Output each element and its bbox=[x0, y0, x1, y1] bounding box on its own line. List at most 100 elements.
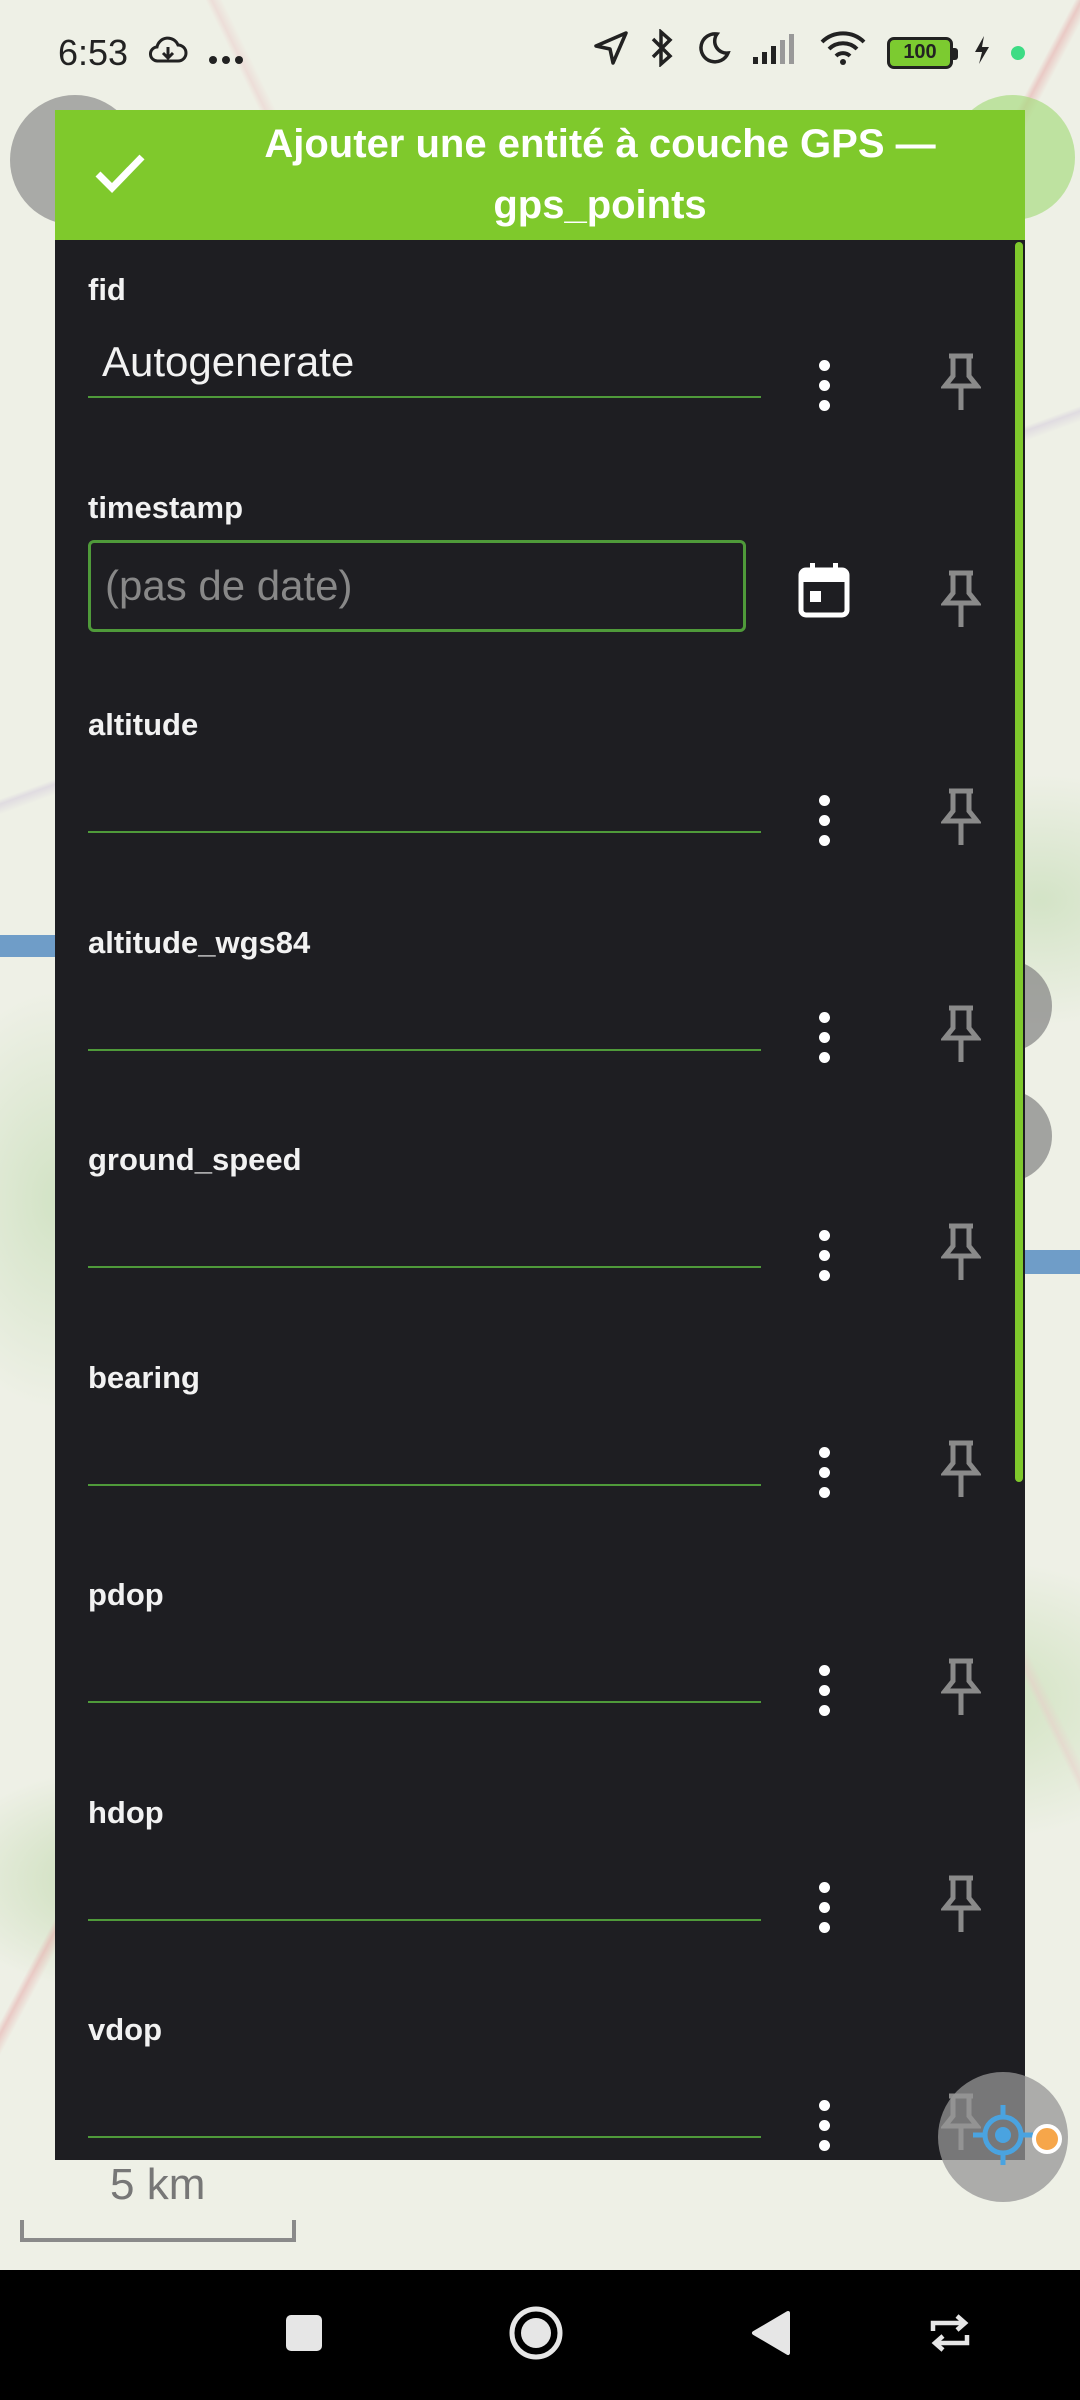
field-label: hdop bbox=[88, 1794, 164, 1830]
bluetooth-icon bbox=[649, 28, 675, 76]
field-label: bearing bbox=[88, 1359, 200, 1395]
kebab-dot bbox=[818, 1922, 830, 1933]
more-icon bbox=[208, 32, 244, 74]
field-altitude: altitude bbox=[55, 675, 1015, 893]
confirm-button[interactable] bbox=[55, 110, 185, 240]
pin-icon bbox=[939, 787, 983, 852]
field-menu-button[interactable] bbox=[804, 1655, 844, 1725]
rotate-icon bbox=[927, 2313, 973, 2358]
kebab-dot bbox=[818, 834, 830, 846]
signal-icon bbox=[751, 31, 799, 74]
rotate-button[interactable] bbox=[900, 2270, 1000, 2400]
kebab-dot bbox=[818, 359, 830, 371]
field-fid: fid Autogenerate bbox=[55, 240, 1015, 458]
pin-button[interactable] bbox=[931, 1001, 991, 1073]
pin-button[interactable] bbox=[931, 783, 991, 855]
field-label: altitude_wgs84 bbox=[88, 924, 311, 960]
field-menu-button[interactable] bbox=[804, 2090, 844, 2160]
pin-button[interactable] bbox=[931, 1218, 991, 1290]
home-circle-icon bbox=[508, 2305, 564, 2366]
map-scale-bar: 5 km bbox=[18, 2150, 298, 2242]
field-menu-button[interactable] bbox=[804, 350, 844, 420]
kebab-dot bbox=[818, 1447, 830, 1458]
ground-speed-input[interactable] bbox=[88, 1198, 761, 1268]
pin-button[interactable] bbox=[931, 1653, 991, 1725]
field-menu-button[interactable] bbox=[804, 1873, 844, 1943]
kebab-dot bbox=[818, 814, 830, 826]
kebab-dot bbox=[818, 1269, 830, 1281]
home-button[interactable] bbox=[486, 2270, 586, 2400]
pin-button[interactable] bbox=[931, 1436, 991, 1508]
pin-button[interactable] bbox=[931, 348, 991, 420]
field-label: ground_speed bbox=[88, 1142, 302, 1177]
scale-line bbox=[20, 2220, 296, 2242]
field-timestamp: timestamp (pas de date) bbox=[55, 458, 1015, 676]
check-icon bbox=[94, 152, 146, 199]
field-menu-button[interactable] bbox=[804, 1438, 844, 1508]
back-triangle-icon bbox=[748, 2309, 792, 2362]
recents-button[interactable] bbox=[254, 2270, 354, 2400]
status-bar: 6:53 100 bbox=[0, 0, 1080, 105]
timestamp-input[interactable]: (pas de date) bbox=[88, 539, 746, 632]
field-menu-button[interactable] bbox=[804, 1003, 844, 1073]
kebab-dot bbox=[818, 1704, 830, 1716]
field-ground-speed: ground_speed bbox=[55, 1110, 1015, 1328]
kebab-dot bbox=[818, 1664, 830, 1676]
dialog-header: Ajouter une entité à couche GPS — gps_po… bbox=[55, 110, 1025, 240]
cloud-download-icon bbox=[148, 32, 188, 74]
kebab-dot bbox=[818, 1052, 830, 1063]
altitude-input[interactable] bbox=[88, 763, 761, 833]
field-menu-button[interactable] bbox=[804, 785, 844, 855]
hdop-input[interactable] bbox=[88, 1851, 761, 1921]
attribute-form: fid Autogenerate timestamp (pas de date)… bbox=[55, 240, 1015, 2160]
fid-input[interactable]: Autogenerate bbox=[88, 328, 761, 398]
charging-icon bbox=[973, 32, 991, 74]
square-icon bbox=[284, 2313, 324, 2358]
crosshair-icon bbox=[971, 2103, 1035, 2172]
do-not-disturb-icon bbox=[695, 30, 731, 75]
altitude-wgs84-input[interactable] bbox=[88, 981, 761, 1051]
pin-icon bbox=[939, 352, 983, 417]
vdop-input[interactable] bbox=[88, 2068, 761, 2138]
add-feature-dialog: Ajouter une entité à couche GPS — gps_po… bbox=[55, 110, 1025, 2160]
field-pdop: pdop bbox=[55, 1545, 1015, 1763]
kebab-dot bbox=[818, 1902, 830, 1913]
field-label: vdop bbox=[88, 2012, 163, 2047]
kebab-dot bbox=[818, 1467, 830, 1478]
pin-button[interactable] bbox=[931, 566, 991, 638]
kebab-dot bbox=[818, 1882, 830, 1893]
kebab-dot bbox=[818, 2139, 830, 2151]
field-vdop: vdop bbox=[55, 1980, 1015, 2160]
scale-label: 5 km bbox=[110, 2160, 206, 2209]
battery-level: 100 bbox=[903, 41, 937, 63]
back-button[interactable] bbox=[720, 2270, 820, 2400]
field-label: pdop bbox=[88, 1577, 164, 1612]
kebab-dot bbox=[818, 1229, 830, 1241]
pin-icon bbox=[939, 1222, 983, 1287]
pin-icon bbox=[939, 1439, 983, 1504]
pin-button[interactable] bbox=[931, 1871, 991, 1943]
gps-status-dot bbox=[1032, 2124, 1062, 2154]
field-bearing: bearing bbox=[55, 1328, 1015, 1546]
kebab-dot bbox=[818, 1249, 830, 1261]
kebab-dot bbox=[818, 399, 830, 411]
pin-icon bbox=[939, 569, 983, 634]
location-arrow-icon bbox=[593, 30, 629, 75]
bearing-input[interactable] bbox=[88, 1416, 761, 1486]
scroll-indicator[interactable] bbox=[1015, 242, 1023, 1482]
field-menu-button[interactable] bbox=[804, 1220, 844, 1290]
pin-icon bbox=[939, 1874, 983, 1939]
field-hdop: hdop bbox=[55, 1763, 1015, 1981]
date-picker-button[interactable] bbox=[794, 558, 854, 628]
kebab-dot bbox=[818, 1032, 830, 1043]
clock: 6:53 bbox=[58, 31, 129, 73]
kebab-dot bbox=[818, 794, 830, 806]
kebab-dot bbox=[818, 2099, 830, 2111]
kebab-dot bbox=[818, 1487, 830, 1498]
calendar-icon bbox=[797, 561, 851, 624]
privacy-indicator-dot bbox=[1011, 45, 1025, 60]
pdop-input[interactable] bbox=[88, 1633, 761, 1703]
kebab-dot bbox=[818, 379, 830, 391]
navigation-bar bbox=[0, 2270, 1080, 2400]
field-altitude-wgs84: altitude_wgs84 bbox=[55, 893, 1015, 1111]
